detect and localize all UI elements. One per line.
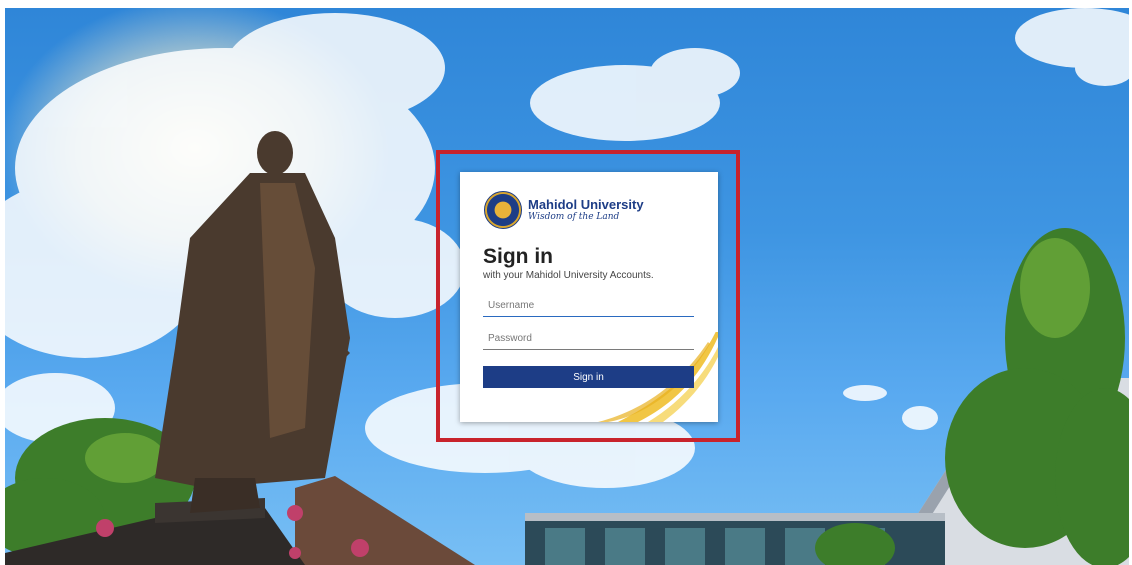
signin-button[interactable]: Sign in [483,366,694,388]
page-title: Sign in [483,245,553,268]
username-input[interactable] [483,295,694,317]
page-subtitle: with your Mahidol University Accounts. [483,270,654,281]
university-seal-icon [484,191,522,229]
university-logo: Mahidol University Wisdom of the Land [484,191,644,229]
brand-name: Mahidol University [528,197,644,212]
brand-tagline: Wisdom of the Land [528,212,620,222]
signin-card: Mahidol University Wisdom of the Land Si… [460,172,718,422]
password-input[interactable] [483,328,694,350]
